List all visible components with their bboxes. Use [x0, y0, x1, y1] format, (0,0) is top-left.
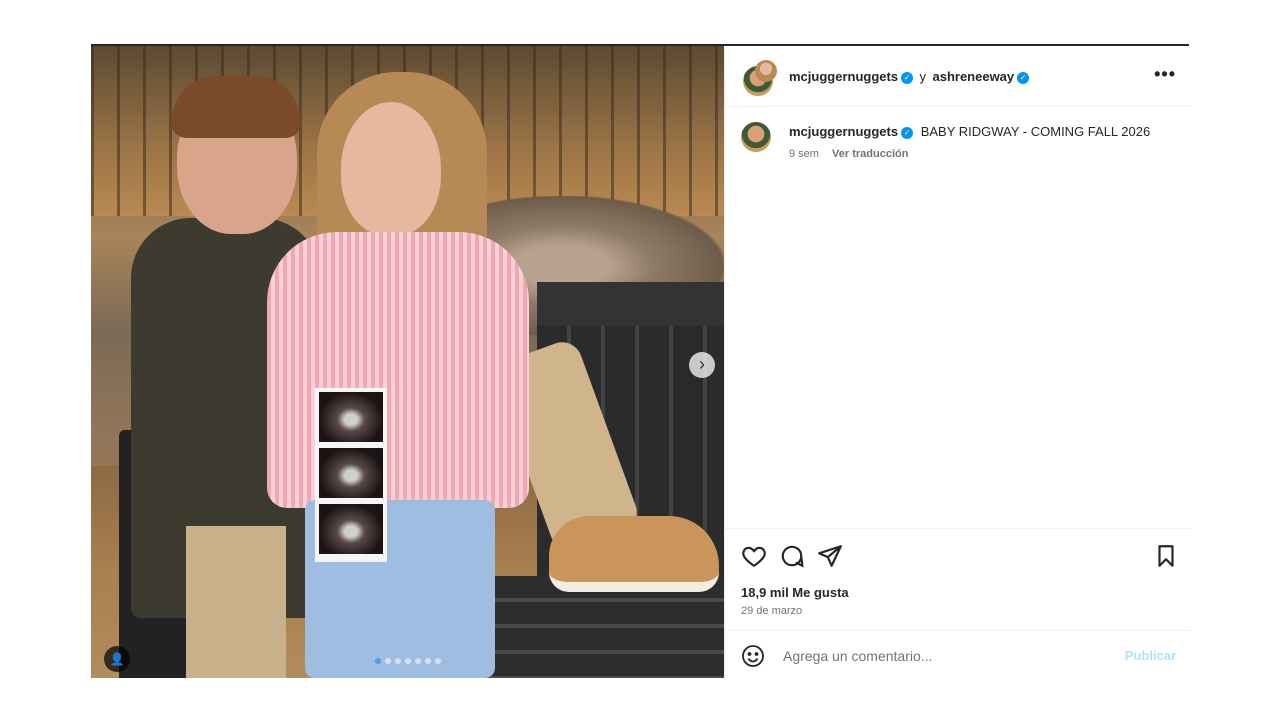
more-options-button[interactable]: •••	[1154, 64, 1176, 85]
man-pants	[186, 526, 286, 678]
post-photo[interactable]: › 👤	[91, 46, 724, 678]
comment-icon	[781, 545, 804, 568]
comment-box: Publicar	[725, 630, 1190, 679]
bookmark-icon	[1158, 545, 1174, 567]
emoji-icon	[742, 645, 764, 667]
like-button[interactable]	[741, 543, 767, 569]
carousel-dot	[405, 658, 411, 664]
caption-author-avatar[interactable]	[741, 122, 771, 152]
bench-top-rail	[537, 282, 724, 326]
woman-sweater	[267, 232, 529, 508]
caption-author-username[interactable]: mcjuggernuggets	[789, 124, 898, 139]
header-names: mcjuggernuggets ✓ y ashreneeway ✓	[789, 68, 1030, 86]
conjunction-text: y	[919, 69, 927, 84]
ultrasound-frame	[319, 448, 383, 498]
carousel-dots	[375, 658, 441, 664]
man-hair	[171, 76, 301, 138]
post-date: 29 de marzo	[741, 605, 803, 617]
carousel-dot	[435, 658, 441, 664]
heart-icon	[742, 546, 766, 568]
share-button[interactable]	[817, 543, 843, 569]
carousel-dot	[425, 658, 431, 664]
woman-face	[341, 102, 441, 236]
user-tag-button[interactable]: 👤	[104, 646, 130, 672]
publish-button[interactable]: Publicar	[1125, 648, 1176, 663]
instagram-post: › 👤 mcjuggernuggets ✓ y ashreneeway ✓ •••	[91, 44, 1190, 678]
collaborator-username[interactable]: ashreneeway	[932, 69, 1014, 84]
comment-button[interactable]	[779, 543, 805, 569]
author-username[interactable]: mcjuggernuggets	[789, 69, 898, 84]
ultrasound-photos	[315, 388, 387, 562]
carousel-dot	[375, 658, 381, 664]
ultrasound-frame	[319, 504, 383, 554]
verified-badge-icon: ✓	[1017, 72, 1030, 84]
carousel-dot	[395, 658, 401, 664]
save-button[interactable]	[1153, 543, 1179, 569]
caption-meta: 9 sem Ver traducción	[789, 148, 918, 160]
carousel-dot	[415, 658, 421, 664]
post-age: 9 sem	[789, 148, 819, 160]
post-header: mcjuggernuggets ✓ y ashreneeway ✓ •••	[725, 46, 1190, 107]
ultrasound-frame	[319, 392, 383, 442]
carousel-next-button[interactable]: ›	[689, 352, 715, 378]
verified-badge-icon: ✓	[901, 127, 914, 139]
chevron-right-icon: ›	[699, 354, 705, 374]
verified-badge-icon: ✓	[901, 72, 914, 84]
caption-line: mcjuggernuggets ✓ BABY RIDGWAY - COMING F…	[789, 124, 1189, 139]
carousel-dot	[385, 658, 391, 664]
comment-input[interactable]	[781, 645, 1105, 667]
post-actions: 18,9 mil Me gusta 29 de marzo	[725, 528, 1190, 629]
emoji-button[interactable]	[741, 644, 765, 668]
collaborator-avatar[interactable]	[755, 60, 777, 82]
man-shoe	[549, 516, 719, 592]
post-sidebar: mcjuggernuggets ✓ y ashreneeway ✓ ••• mcju…	[724, 46, 1190, 678]
like-count[interactable]: 18,9 mil Me gusta	[741, 585, 849, 600]
caption-text: BABY RIDGWAY - COMING FALL 2026	[920, 124, 1151, 139]
see-translation-link[interactable]: Ver traducción	[832, 148, 908, 160]
user-tag-icon: 👤	[109, 652, 125, 666]
send-icon	[818, 545, 842, 567]
